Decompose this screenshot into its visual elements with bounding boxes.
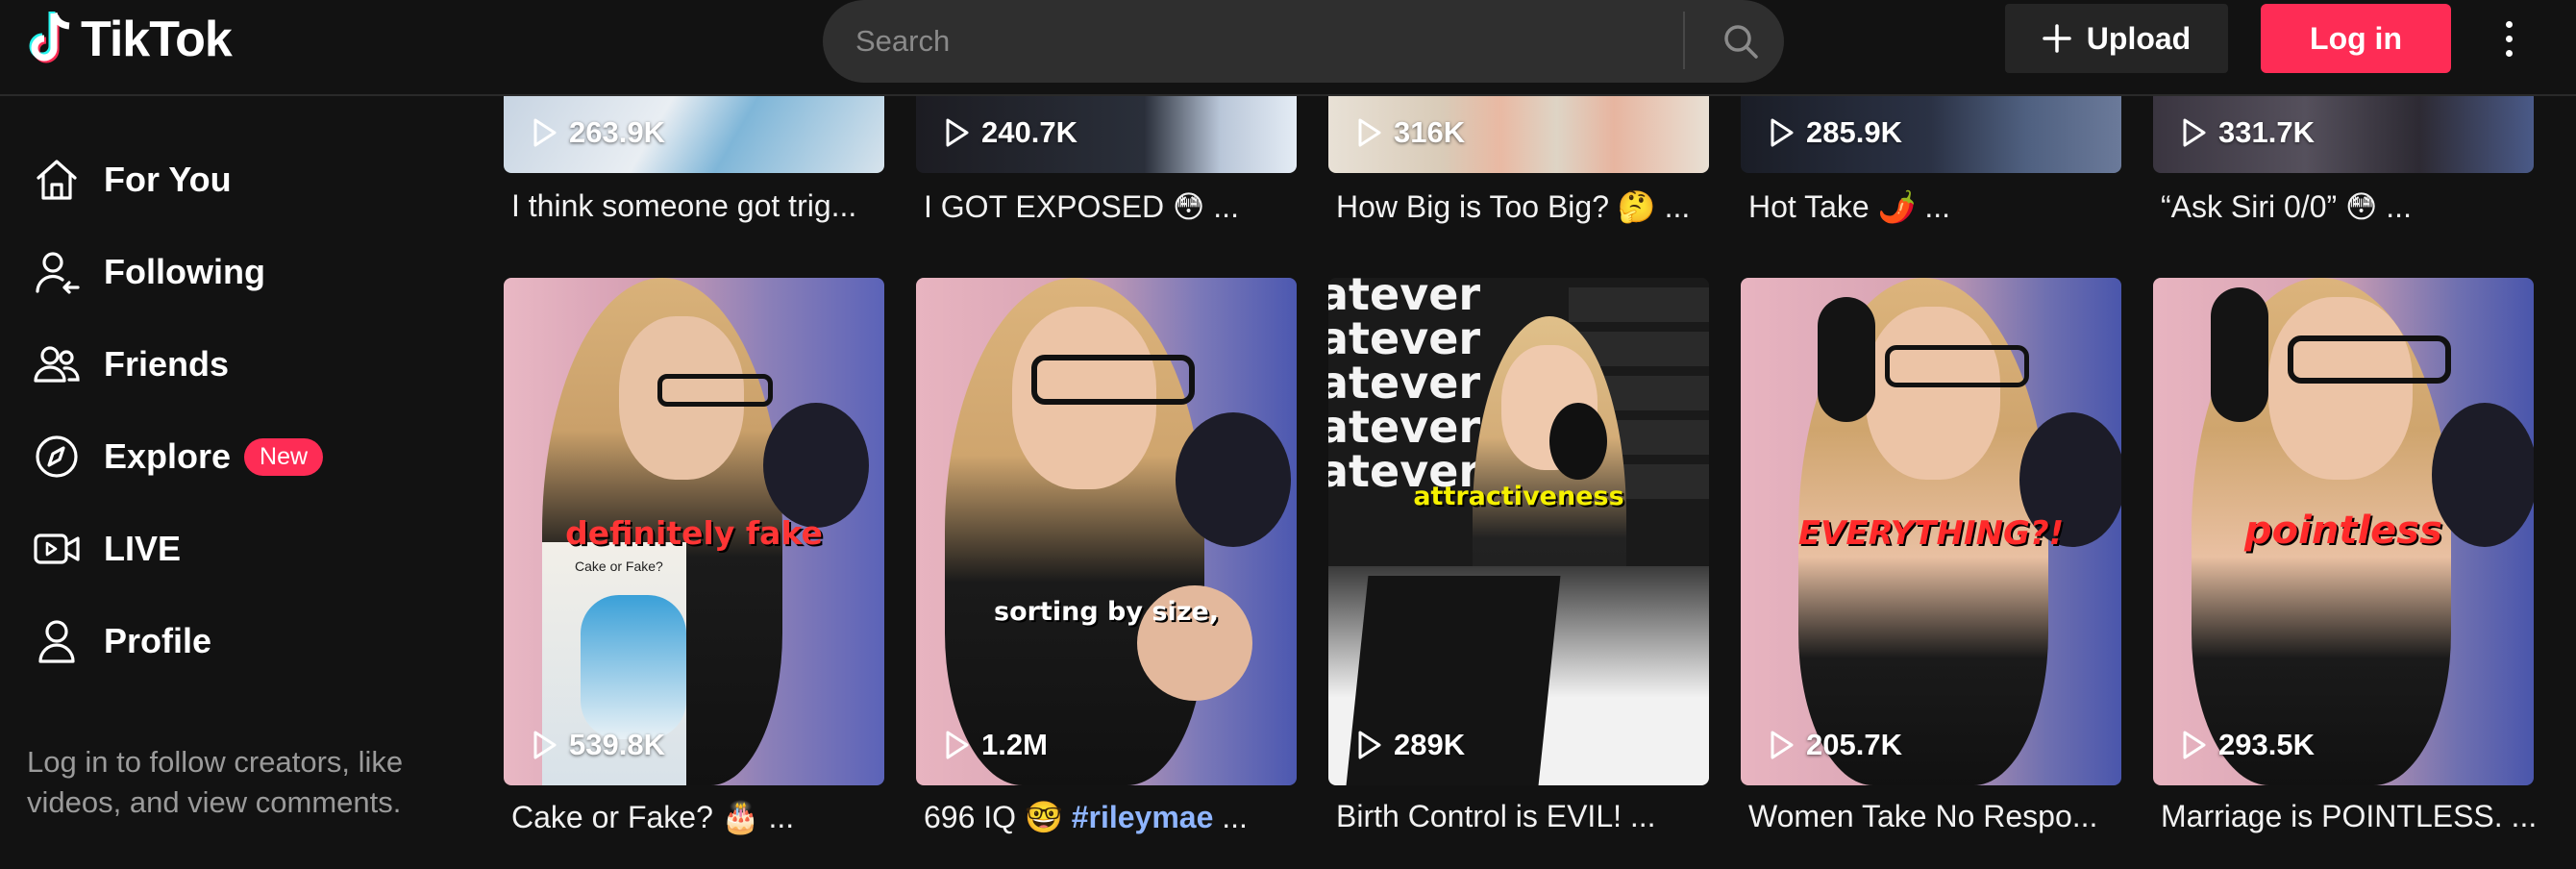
- upload-label: Upload: [2086, 20, 2192, 56]
- upload-button[interactable]: Upload: [2005, 4, 2228, 73]
- friends-icon: [33, 340, 81, 388]
- video-overlay-text: EVERYTHING?!: [1797, 514, 2065, 553]
- video-caption[interactable]: I think someone got trig...: [511, 188, 886, 224]
- video-overlay-subtext: Cake or Fake?: [575, 559, 663, 574]
- sidebar-item-live[interactable]: LIVE: [33, 515, 181, 583]
- view-count: 331.7K: [2182, 115, 2315, 150]
- video-caption[interactable]: Birth Control is EVIL! ...: [1336, 799, 1711, 834]
- play-icon: [2183, 731, 2206, 759]
- search-icon: [1724, 25, 1758, 59]
- video-thumbnail[interactable]: atever atever atever atever atever attractiv…: [1328, 278, 1709, 785]
- video-card[interactable]: 263.9K I think someone got trig...: [504, 96, 884, 240]
- sidebar-item-following[interactable]: Following: [33, 238, 265, 306]
- video-overlay-text: pointless: [2244, 509, 2442, 553]
- video-overlay-text: definitely fake: [565, 514, 823, 552]
- search-button[interactable]: [1697, 0, 1784, 83]
- sidebar-item-for-you[interactable]: For You: [33, 146, 232, 213]
- video-card[interactable]: 240.7K I GOT EXPOSED 😳 ...: [916, 96, 1297, 240]
- video-caption[interactable]: Marriage is POINTLESS. ...: [2161, 799, 2536, 834]
- hashtag-link[interactable]: #rileymae: [1072, 800, 1214, 834]
- sidebar-item-profile[interactable]: Profile: [33, 608, 211, 675]
- video-caption[interactable]: How Big is Too Big? 🤔 ...: [1336, 188, 1711, 225]
- video-card[interactable]: EVERYTHING?! 205.7K Women Take No Respo.…: [1741, 278, 2121, 869]
- view-count: 1.2M: [945, 728, 1048, 762]
- view-count: 240.7K: [945, 115, 1077, 150]
- video-caption[interactable]: “Ask Siri 0/0” 😳 ...: [2161, 188, 2536, 225]
- video-caption[interactable]: Hot Take 🌶️ ...: [1748, 188, 2123, 225]
- plus-icon: [2043, 24, 2071, 53]
- more-options-icon[interactable]: [2489, 8, 2528, 69]
- play-icon: [1771, 731, 1794, 759]
- video-caption[interactable]: Cake or Fake? 🎂 ...: [511, 799, 886, 835]
- video-overlay-text: attractiveness: [1413, 482, 1624, 511]
- tiktok-logo-icon: [29, 12, 70, 63]
- video-card[interactable]: atever atever atever atever atever attractiv…: [1328, 278, 1709, 869]
- video-card[interactable]: sorting by size, 1.2M 696 IQ 🤓 #rileymae…: [916, 278, 1297, 869]
- video-caption[interactable]: 696 IQ 🤓 #rileymae ...: [924, 799, 1299, 835]
- search-input[interactable]: Search: [855, 24, 950, 59]
- compass-icon: [33, 433, 81, 481]
- view-count: 293.5K: [2182, 728, 2315, 762]
- search-bar[interactable]: Search: [823, 0, 1784, 83]
- tiktok-logo[interactable]: TikTok: [25, 10, 233, 69]
- video-thumbnail[interactable]: pointless: [2153, 278, 2534, 785]
- play-icon: [946, 731, 969, 759]
- sidebar: For You Following Friends Explore New LI…: [0, 96, 461, 869]
- video-overlay-text: sorting by size,: [994, 597, 1219, 627]
- view-count: 539.8K: [533, 728, 665, 762]
- following-icon: [33, 248, 81, 296]
- search-divider: [1683, 12, 1685, 69]
- sidebar-item-explore[interactable]: Explore New: [33, 423, 324, 490]
- play-icon: [1358, 118, 1381, 147]
- live-icon: [33, 525, 81, 573]
- play-icon: [533, 118, 557, 147]
- video-card[interactable]: 316K How Big is Too Big? 🤔 ...: [1328, 96, 1709, 240]
- new-badge: New: [244, 437, 324, 476]
- video-card[interactable]: pointless 293.5K Marriage is POINTLESS. …: [2153, 278, 2536, 869]
- view-count: 289K: [1357, 728, 1465, 762]
- view-count: 285.9K: [1770, 115, 1902, 150]
- brand-name: TikTok: [81, 12, 233, 67]
- view-count: 316K: [1357, 115, 1465, 150]
- video-thumbnail[interactable]: EVERYTHING?!: [1741, 278, 2121, 785]
- view-count: 205.7K: [1770, 728, 1902, 762]
- play-icon: [1771, 118, 1794, 147]
- top-header: TikTok Search Upload Log in: [0, 0, 2576, 96]
- video-caption[interactable]: I GOT EXPOSED 😳 ...: [924, 188, 1299, 225]
- login-prompt-text: Log in to follow creators, like videos, …: [27, 745, 404, 819]
- view-count: 263.9K: [533, 115, 665, 150]
- video-caption[interactable]: Women Take No Respo...: [1748, 799, 2123, 834]
- video-thumbnail[interactable]: definitely fake Cake or Fake?: [504, 278, 884, 785]
- video-card[interactable]: definitely fake Cake or Fake? 539.8K Cak…: [504, 278, 884, 869]
- home-icon: [33, 156, 81, 204]
- video-card[interactable]: 285.9K Hot Take 🌶️ ...: [1741, 96, 2121, 240]
- play-icon: [533, 731, 557, 759]
- play-icon: [1358, 731, 1381, 759]
- video-card[interactable]: 331.7K “Ask Siri 0/0” 😳 ...: [2153, 96, 2534, 240]
- profile-icon: [33, 617, 81, 665]
- play-icon: [946, 118, 969, 147]
- video-thumbnail[interactable]: sorting by size,: [916, 278, 1297, 785]
- login-button[interactable]: Log in: [2261, 4, 2451, 73]
- play-icon: [2183, 118, 2206, 147]
- sidebar-item-friends[interactable]: Friends: [33, 331, 229, 398]
